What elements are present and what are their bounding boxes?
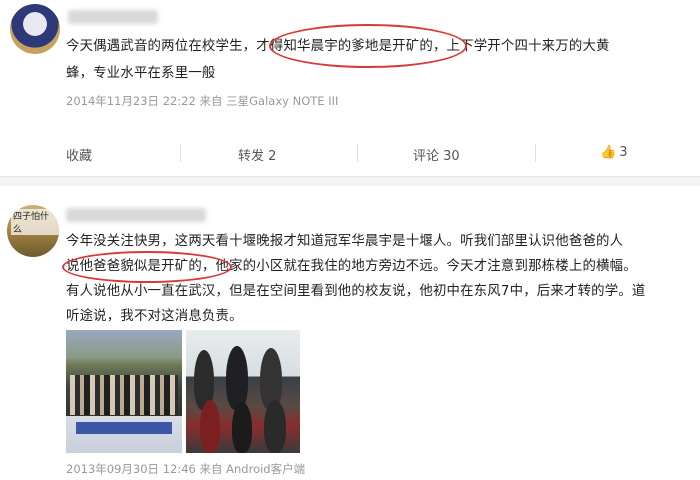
person-figure: [232, 402, 252, 453]
like-button[interactable]: 👍 3: [600, 145, 627, 160]
thumbs-up-icon: 👍: [600, 145, 617, 160]
avatar-caption: 四子怕什么: [11, 209, 59, 235]
user-avatar[interactable]: [10, 4, 60, 54]
post-action-bar: 收藏 转发 2 评论 30 👍 3: [0, 132, 700, 177]
comment-button[interactable]: 评论 30: [413, 145, 460, 164]
post-text-line: 说他爸爸貌似是开矿的，他家的小区就在我住的地方旁边不远。今天才注意到那栋楼上的横…: [66, 259, 637, 274]
person-figure: [264, 400, 286, 453]
post-text-line: 今年没关注快男，这两天看十堰晚报才知道冠军华晨宇是十堰人。听我们部里认识他爸爸的…: [66, 234, 624, 249]
like-count: 3: [619, 145, 628, 160]
post-text-line: 听途说，我不对这消息负责。: [66, 309, 243, 324]
action-divider: [535, 144, 536, 162]
post-photo-group[interactable]: [186, 330, 300, 453]
post-timestamp-source[interactable]: 2013年09月30日 12:46 来自 Android客户端: [66, 461, 305, 477]
favorite-button[interactable]: 收藏: [66, 145, 92, 164]
post-text-line: 蜂，专业水平在系里一般: [66, 66, 216, 81]
banner-strip: [76, 422, 172, 434]
username-blurred[interactable]: [68, 10, 158, 24]
username-blurred[interactable]: [66, 208, 206, 222]
crowd-of-students: [70, 375, 178, 415]
person-figure: [200, 400, 220, 453]
post-timestamp-source[interactable]: 2014年11月23日 22:22 来自 三星Galaxy NOTE III: [66, 93, 338, 109]
repost-button[interactable]: 转发 2: [238, 145, 276, 164]
user-avatar[interactable]: 四子怕什么: [7, 205, 59, 257]
action-divider: [180, 144, 181, 162]
weibo-post-1: 今天偶遇武音的两位在校学生，才得知华晨宇的爹地是开矿的，上下学开个四十来万的大黄…: [0, 0, 700, 133]
post-photo-class-group[interactable]: [66, 330, 182, 453]
post-text-line: 有人说他从小一直在武汉，但是在空间里看到他的校友说，他初中在东风7中，后来才转的…: [66, 284, 646, 299]
action-divider: [357, 144, 358, 162]
post-text-line: 今天偶遇武音的两位在校学生，才得知华晨宇的爹地是开矿的，上下学开个四十来万的大黄: [66, 39, 610, 54]
person-figure: [226, 346, 248, 410]
